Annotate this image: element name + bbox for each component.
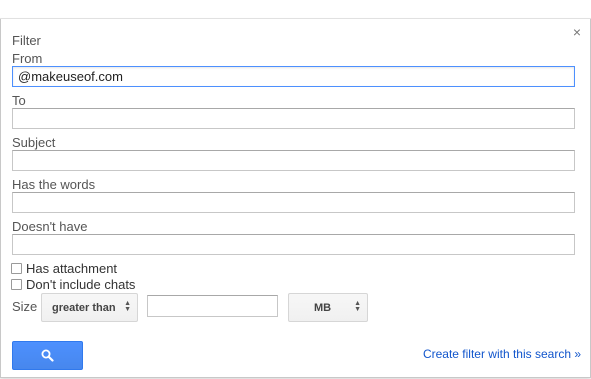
doesnt-have-input[interactable] — [12, 234, 575, 255]
search-button[interactable] — [12, 341, 83, 370]
size-operator-value: greater than — [52, 301, 116, 314]
to-input[interactable] — [12, 108, 575, 129]
size-operator-select[interactable]: greater than ▲ ▼ — [41, 293, 138, 322]
has-words-label: Has the words — [12, 177, 96, 192]
no-chats-label: Don't include chats — [26, 277, 136, 292]
dialog-title: Filter — [12, 33, 41, 48]
create-filter-link[interactable]: Create filter with this search » — [423, 347, 581, 361]
has-attachment-checkbox[interactable] — [11, 263, 22, 274]
subject-label: Subject — [12, 135, 56, 150]
size-unit-select[interactable]: MB ▲ ▼ — [288, 293, 368, 322]
from-label: From — [12, 51, 43, 66]
filter-dialog: × Filter From To Subject Has the words D… — [0, 19, 591, 378]
top-bar — [0, 0, 591, 19]
subject-input[interactable] — [12, 150, 575, 171]
select-arrows-icon: ▲ ▼ — [354, 300, 361, 313]
size-value-input[interactable] — [147, 295, 278, 317]
from-input[interactable] — [12, 66, 575, 87]
size-label: Size — [12, 299, 38, 314]
has-words-input[interactable] — [12, 192, 575, 213]
search-icon — [41, 349, 54, 362]
close-icon[interactable]: × — [573, 25, 581, 39]
select-arrows-icon: ▲ ▼ — [124, 300, 131, 313]
doesnt-have-label: Doesn't have — [12, 219, 88, 234]
no-chats-row[interactable]: Don't include chats — [11, 277, 135, 292]
no-chats-checkbox[interactable] — [11, 279, 22, 290]
to-label: To — [12, 93, 26, 108]
has-attachment-label: Has attachment — [26, 261, 118, 276]
has-attachment-row[interactable]: Has attachment — [11, 261, 117, 276]
size-unit-value: MB — [314, 301, 332, 314]
